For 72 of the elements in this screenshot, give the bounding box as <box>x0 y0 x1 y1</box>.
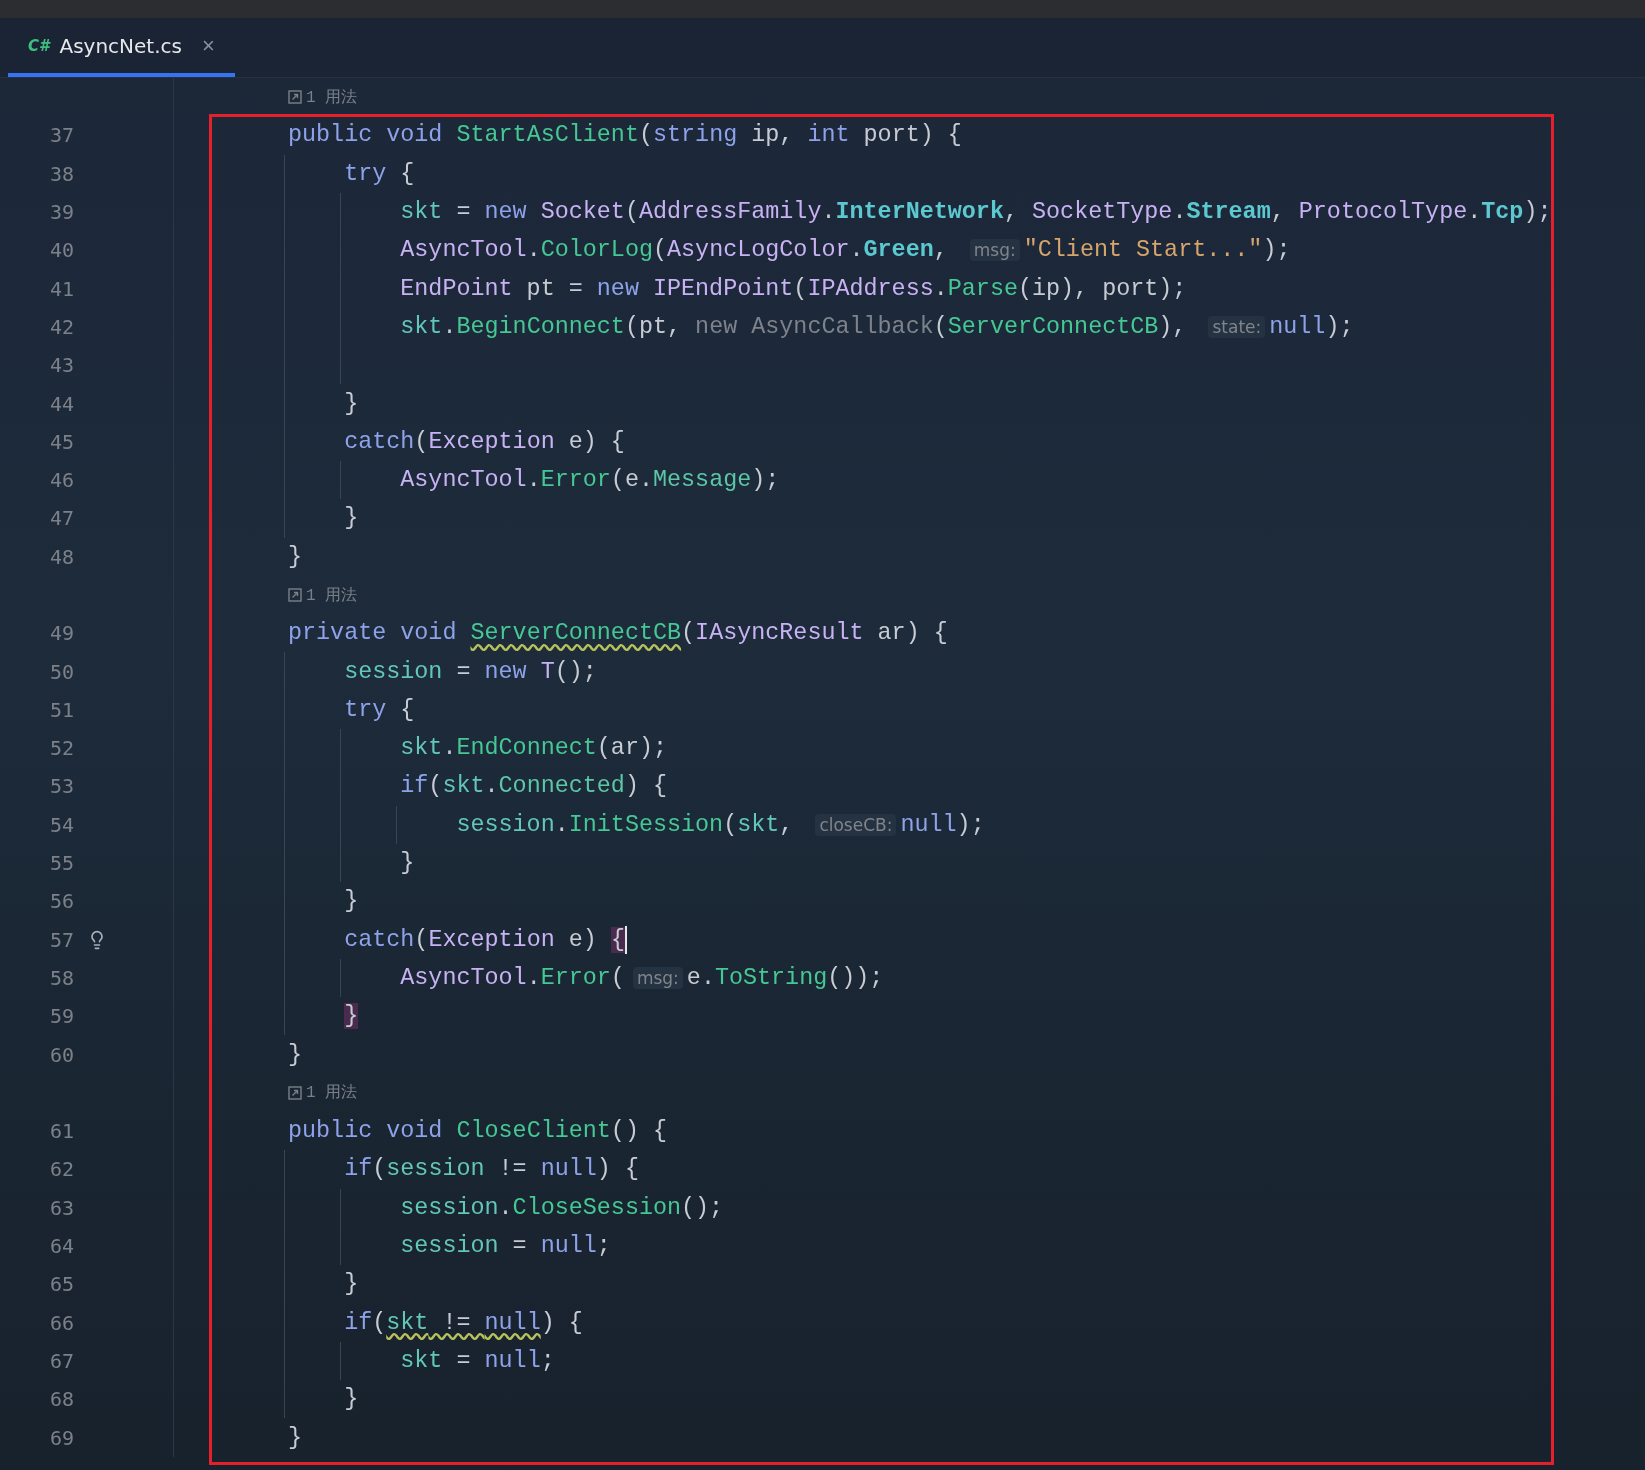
code-line: session = new T(); <box>344 658 597 685</box>
code-line: catch(Exception e) { <box>344 428 625 455</box>
line-number: 63 <box>48 1195 74 1220</box>
code-line: AsyncTool.Error( msg: e.ToString()); <box>400 964 884 991</box>
jump-arrow-icon <box>288 588 302 602</box>
code-line: } <box>288 1041 303 1068</box>
line-number: 45 <box>48 429 74 454</box>
line-number: 59 <box>48 1004 74 1029</box>
line-number: 54 <box>48 812 74 837</box>
code-line: skt.EndConnect(ar); <box>400 735 667 762</box>
line-number: 44 <box>48 391 74 416</box>
code-line: private void ServerConnectCB(IAsyncResult ar) { <box>288 620 948 647</box>
line-number: 69 <box>48 1425 74 1450</box>
csharp-file-icon: C# <box>28 36 50 55</box>
code-line: } <box>344 1386 359 1413</box>
line-number: 49 <box>48 621 74 646</box>
tab-title: AsyncNet.cs <box>59 33 182 58</box>
code-line: public void StartAsClient(string ip, int port) { <box>288 122 962 149</box>
line-number: 68 <box>48 1387 74 1412</box>
code-line: } <box>400 850 415 877</box>
line-number: 67 <box>48 1348 74 1373</box>
code-line: } <box>344 888 359 915</box>
line-number: 52 <box>48 736 74 761</box>
file-tab[interactable]: C# AsyncNet.cs × <box>8 18 235 77</box>
line-number: 41 <box>48 276 74 301</box>
code-line: } <box>344 390 359 417</box>
code-line: session.InitSession(skt, closeCB: null); <box>456 811 985 838</box>
line-number: 40 <box>48 238 74 263</box>
close-button[interactable]: × <box>199 32 217 59</box>
line-number: 56 <box>48 889 74 914</box>
code-line: } <box>344 1271 359 1298</box>
usages-link[interactable]: 1 用法 <box>288 584 358 606</box>
code-line: AsyncTool.Error(e.Message); <box>400 467 780 494</box>
line-number: 58 <box>48 965 74 990</box>
line-number: 61 <box>48 1119 74 1144</box>
code-line: } <box>288 1424 303 1451</box>
code-line: } <box>288 543 303 570</box>
line-number: 39 <box>48 200 74 225</box>
line-number: 38 <box>48 161 74 186</box>
line-number: 37 <box>48 123 74 148</box>
line-number: 66 <box>48 1310 74 1335</box>
code-line: EndPoint pt = new IPEndPoint(IPAddress.Parse(ip), port); <box>400 275 1187 302</box>
line-number: 48 <box>48 544 74 569</box>
line-number: 42 <box>48 314 74 339</box>
line-number: 51 <box>48 697 74 722</box>
code-line: } <box>344 505 359 532</box>
code-line: if(session != null) { <box>344 1156 639 1183</box>
code-line: session = null; <box>400 1233 611 1260</box>
line-number: 65 <box>48 1272 74 1297</box>
line-number: 46 <box>48 468 74 493</box>
code-line: try { <box>344 160 415 187</box>
code-line: if(skt != null) { <box>344 1309 583 1336</box>
line-number: 60 <box>48 1042 74 1067</box>
code-line: try { <box>344 696 415 723</box>
line-number: 43 <box>48 353 74 378</box>
code-line: session.CloseSession(); <box>400 1194 724 1221</box>
line-number: 64 <box>48 1234 74 1259</box>
code-line: skt = null; <box>400 1347 555 1374</box>
line-number: 55 <box>48 851 74 876</box>
code-line: skt = new Socket(AddressFamily.InterNetwork, SocketType.Stream, ProtocolType.Tcp); <box>400 199 1552 226</box>
line-number: 47 <box>48 506 74 531</box>
code-line: AsyncTool.ColorLog(AsyncLogColor.Green, msg: "Client Start..."); <box>400 237 1291 264</box>
code-line: catch(Exception e) { <box>344 925 627 954</box>
usages-link[interactable]: 1 用法 <box>288 1082 358 1104</box>
code-line: public void CloseClient() { <box>288 1118 667 1145</box>
line-number: 62 <box>48 1157 74 1182</box>
code-line: skt.BeginConnect(pt, new AsyncCallback(ServerConnectCB), state: null); <box>400 313 1354 340</box>
usages-link[interactable]: 1 用法 <box>288 86 358 108</box>
line-number: 57 <box>48 927 74 952</box>
line-number: 53 <box>48 774 74 799</box>
line-number: 50 <box>48 659 74 684</box>
code-line: if(skt.Connected) { <box>400 773 668 800</box>
